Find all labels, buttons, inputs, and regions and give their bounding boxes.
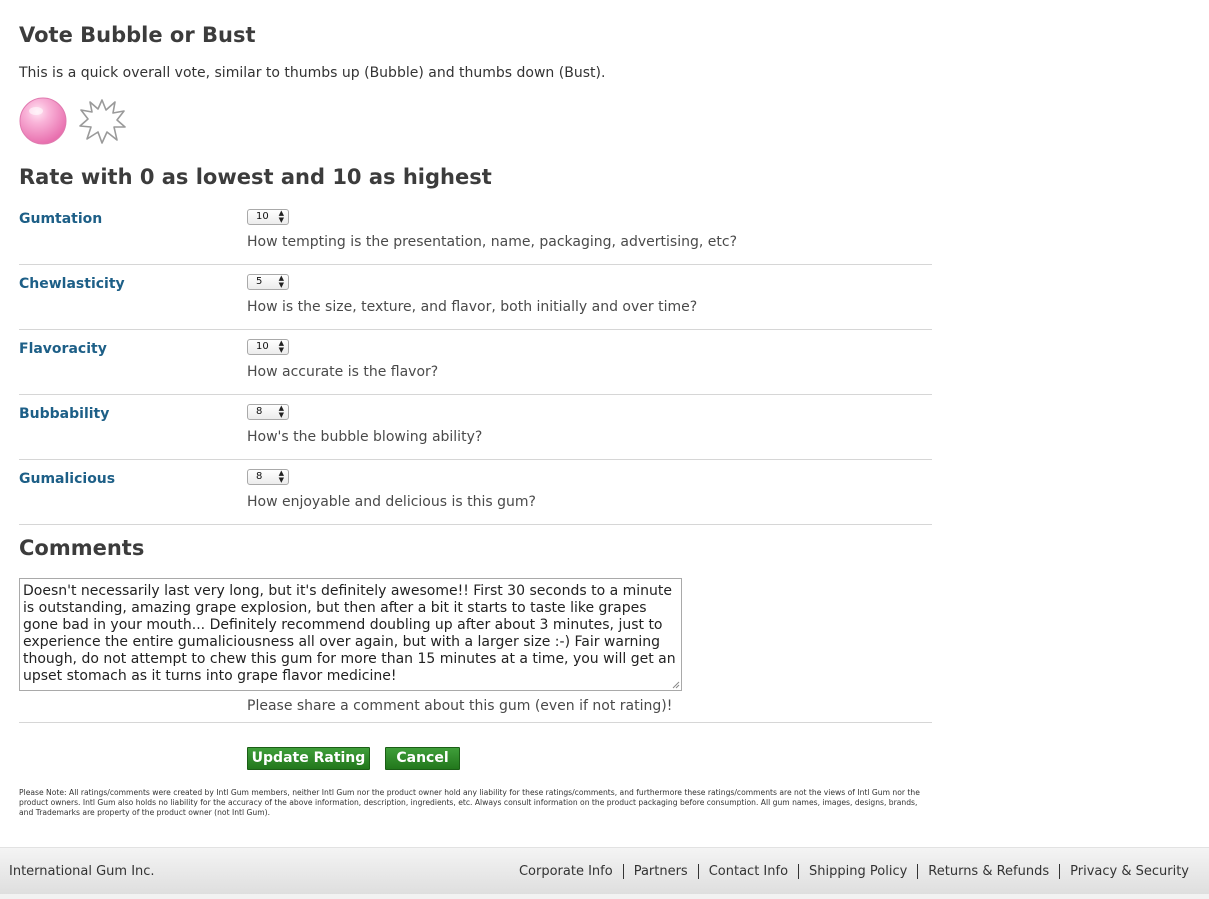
vote-description: This is a quick overall vote, similar to… (19, 65, 606, 81)
rating-description: How's the bubble blowing ability? (247, 429, 483, 445)
rating-label: Chewlasticity (19, 276, 125, 292)
stepper-arrows-icon: ▲ ▼ (278, 209, 284, 224)
gumtation-select[interactable]: 10 ▲ ▼ (247, 209, 289, 225)
footer-link-returns-refunds[interactable]: Returns & Refunds (917, 864, 1059, 879)
select-value: 8 (256, 471, 263, 482)
rating-description: How accurate is the flavor? (247, 364, 439, 380)
select-value: 5 (256, 276, 263, 287)
rating-label: Bubbability (19, 406, 110, 422)
company-name: International Gum Inc. (9, 864, 155, 879)
footer-links: Corporate Info Partners Contact Info Shi… (509, 864, 1189, 879)
rating-row-gumalicious: Gumalicious 8 ▲ ▼ How enjoyable and delic… (19, 460, 932, 525)
stepper-arrows-icon: ▲ ▼ (278, 274, 284, 289)
divider (19, 722, 932, 723)
bust-splat-icon (79, 99, 126, 144)
vote-heading: Vote Bubble or Bust (19, 23, 256, 47)
rating-row-chewlasticity: Chewlasticity 5 ▲ ▼ How is the size, text… (19, 265, 932, 330)
footer-link-contact-info[interactable]: Contact Info (697, 864, 798, 879)
rating-list: Gumtation 10 ▲ ▼ How tempting is the pres… (19, 200, 932, 525)
rating-label: Gumalicious (19, 471, 116, 487)
bust-vote-button[interactable] (77, 96, 127, 146)
comment-text: Doesn't necessarily last very long, but … (23, 583, 676, 684)
footer-link-privacy-security[interactable]: Privacy & Security (1059, 864, 1189, 879)
bubble-vote-button[interactable] (19, 97, 67, 145)
vote-icons (19, 96, 139, 146)
bubble-icon (19, 97, 67, 145)
footer: International Gum Inc. Corporate Info Pa… (0, 847, 1209, 895)
rating-description: How enjoyable and delicious is this gum? (247, 494, 536, 510)
select-value: 8 (256, 406, 263, 417)
stepper-arrows-icon: ▲ ▼ (278, 339, 284, 354)
select-value: 10 (256, 341, 269, 352)
rating-description: How is the size, texture, and flavor, bo… (247, 299, 698, 315)
select-value: 10 (256, 211, 269, 222)
update-rating-button[interactable]: Update Rating (247, 747, 370, 770)
rate-heading: Rate with 0 as lowest and 10 as highest (19, 165, 492, 189)
bubbability-select[interactable]: 8 ▲ ▼ (247, 404, 289, 420)
rating-row-gumtation: Gumtation 10 ▲ ▼ How tempting is the pres… (19, 200, 932, 265)
disclaimer-note: Please Note: All ratings/comments were c… (19, 788, 920, 817)
flavoracity-select[interactable]: 10 ▲ ▼ (247, 339, 289, 355)
footer-bottom-bar (0, 894, 1209, 899)
footer-link-corporate-info[interactable]: Corporate Info (509, 864, 623, 879)
resize-grip-icon[interactable] (672, 681, 680, 689)
gumalicious-select[interactable]: 8 ▲ ▼ (247, 469, 289, 485)
chewlasticity-select[interactable]: 5 ▲ ▼ (247, 274, 289, 290)
comments-heading: Comments (19, 536, 145, 560)
rating-description: How tempting is the presentation, name, … (247, 234, 737, 250)
footer-link-partners[interactable]: Partners (622, 864, 698, 879)
rating-label: Gumtation (19, 211, 103, 227)
footer-link-shipping-policy[interactable]: Shipping Policy (798, 864, 917, 879)
comment-textarea[interactable]: Doesn't necessarily last very long, but … (19, 578, 682, 691)
stepper-arrows-icon: ▲ ▼ (278, 404, 284, 419)
rating-row-flavoracity: Flavoracity 10 ▲ ▼ How accurate is the fl… (19, 330, 932, 395)
cancel-button[interactable]: Cancel (385, 747, 460, 770)
rating-label: Flavoracity (19, 341, 107, 357)
rating-row-bubbability: Bubbability 8 ▲ ▼ How's the bubble blowin… (19, 395, 932, 460)
comment-help-text: Please share a comment about this gum (e… (247, 698, 673, 714)
stepper-arrows-icon: ▲ ▼ (278, 469, 284, 484)
